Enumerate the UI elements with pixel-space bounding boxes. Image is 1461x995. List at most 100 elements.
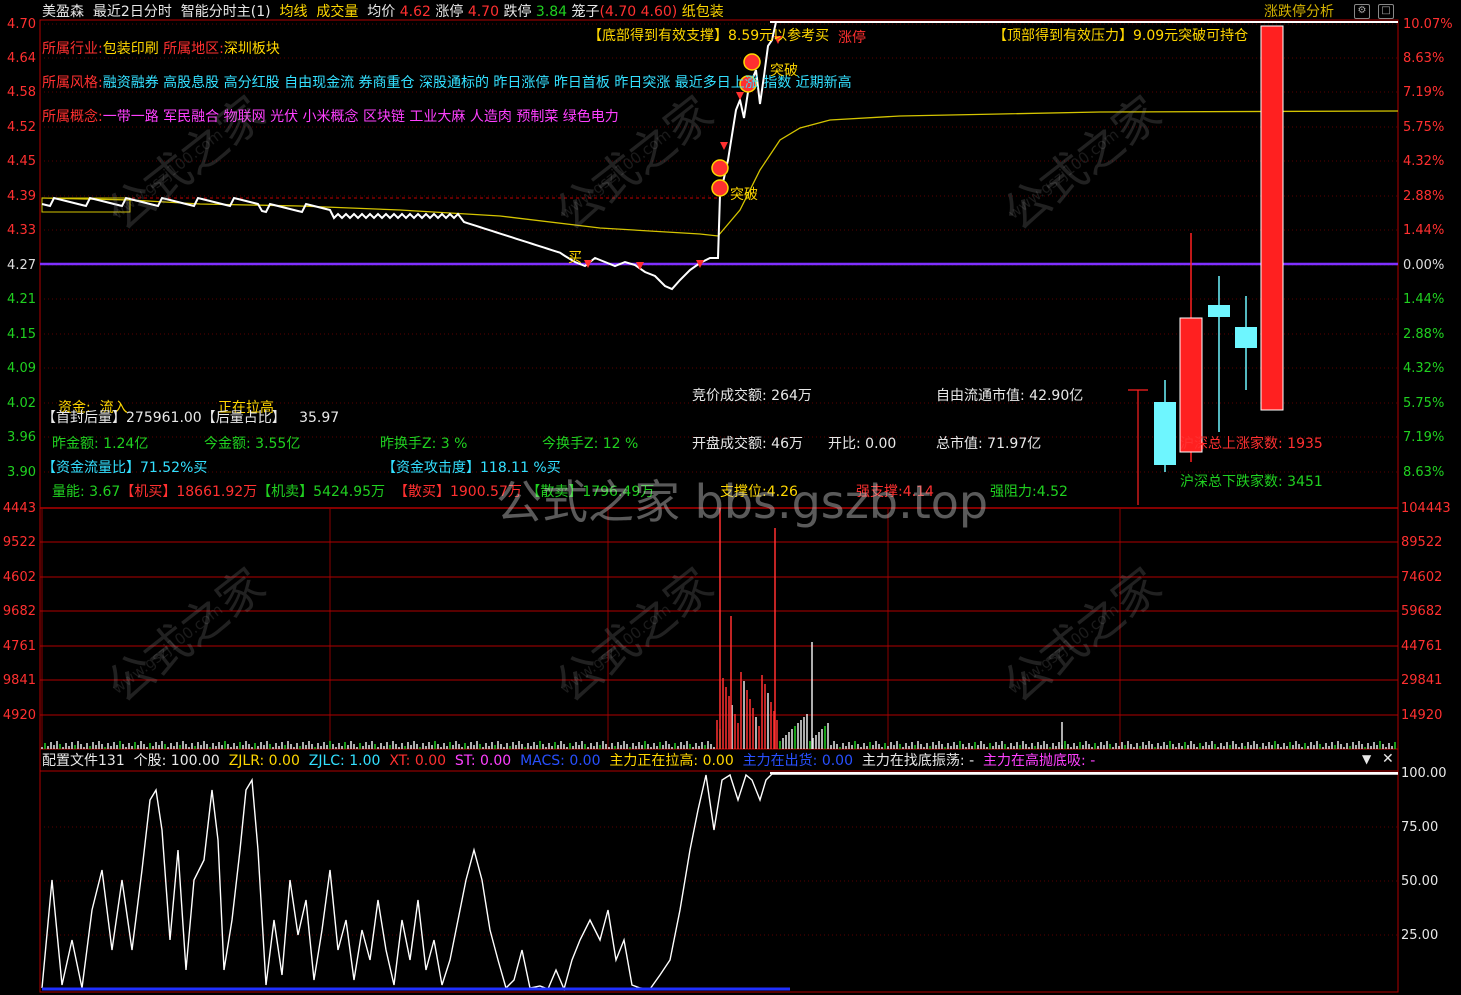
axis-tick-label: 2.88% xyxy=(1403,189,1445,204)
axis-tick-label: 1.44% xyxy=(1403,292,1445,307)
stock-name[interactable]: 美盈森 xyxy=(42,4,84,20)
up-count: 沪深总上涨家数: 1935 xyxy=(1180,436,1323,452)
float-market-cap: 自由流通市值: 42.90亿 xyxy=(936,388,1084,404)
region-value[interactable]: 深圳板块 xyxy=(224,41,280,57)
axis-tick-label: 75.00 xyxy=(1401,820,1439,835)
concept-row: 所属概念:一带一路 军民融合 物联网 光伏 小米概念 区块链 工业大麻 人造肉 … xyxy=(42,109,619,125)
axis-tick-label: 9841 xyxy=(2,673,36,688)
maximize-icon[interactable]: □ xyxy=(1378,4,1394,19)
avg-line-label: 均线 xyxy=(279,4,308,20)
cage-value: (4.70 4.60) xyxy=(599,4,678,20)
industry-value[interactable]: 包装印刷 xyxy=(103,41,159,57)
breakout-marker-2: 突破 xyxy=(770,63,798,79)
axis-tick-label: 8.63% xyxy=(1403,51,1445,66)
volume-label: 成交量 xyxy=(316,4,359,20)
osc-macs: MACS: 0.00 xyxy=(520,753,601,769)
cage-label: 笼子 xyxy=(571,4,600,20)
inst-buy: 【机买】18661.92万 xyxy=(120,484,258,500)
auction-amount: 竞价成交额: 264万 xyxy=(692,388,812,404)
region-label: 所属地区: xyxy=(163,41,224,57)
price-line xyxy=(41,21,1398,291)
watermark-big: 公式之家 bbs.gszb.top xyxy=(496,475,989,529)
axis-tick-label: 4.70 xyxy=(7,17,36,32)
axis-tick-label: 74602 xyxy=(1401,570,1443,585)
axis-tick-label: 4.33 xyxy=(7,223,36,238)
seal-after-value: 275961.00 xyxy=(126,410,202,426)
mode-label[interactable]: 最近2日分时 xyxy=(93,4,172,20)
osc-stock: 个股: 100.00 xyxy=(133,753,220,769)
style-label: 所属风格: xyxy=(42,75,103,91)
oscillator-header: 配置文件131 个股: 100.00 ZJLR: 0.00 ZJLC: 1.00… xyxy=(42,753,1095,769)
total-market-cap: 总市值: 71.97亿 xyxy=(936,436,1042,452)
seal-ratio-label: 【后量占比】 xyxy=(201,410,286,426)
axis-tick-label: 4.02 xyxy=(7,396,36,411)
axis-tick-label: 25.00 xyxy=(1401,928,1439,943)
axis-tick-label: 4.45 xyxy=(7,154,36,169)
candle-body xyxy=(1154,402,1176,465)
limit-down-label: 跌停 xyxy=(503,4,532,20)
config-file[interactable]: 配置文件131 xyxy=(42,753,125,769)
concept-label: 所属概念: xyxy=(42,109,103,125)
style-row: 所属风格:融资融券 高股息股 高分红股 自由现金流 券商重仓 深股通标的 昨日涨… xyxy=(42,75,852,91)
limit-down-value: 3.84 xyxy=(535,4,568,20)
candle-body xyxy=(1260,25,1284,411)
indicator-name[interactable]: 智能分时主(1) xyxy=(181,4,271,20)
industry-label: 所属行业: xyxy=(42,41,103,57)
close-icon[interactable]: ✕ xyxy=(1382,751,1394,767)
axis-tick-label: 3.96 xyxy=(7,430,36,445)
axis-tick-label: 0.00% xyxy=(1403,258,1445,273)
axis-tick-label: 4.39 xyxy=(7,189,36,204)
osc-st: ST: 0.00 xyxy=(454,753,512,769)
axis-tick-label: 4920 xyxy=(2,708,36,723)
top-pressure-signal: 【顶部得到有效压力】9.09元突破可持仓 xyxy=(993,28,1249,44)
axis-tick-label: 50.00 xyxy=(1401,874,1439,889)
axis-tick-label: 4.58 xyxy=(7,85,36,100)
sector-tag[interactable]: 纸包装 xyxy=(682,4,724,20)
axis-tick-label: 7.19% xyxy=(1403,85,1445,100)
axis-tick-label: 9682 xyxy=(2,604,36,619)
today-turnover: 今换手Z: 12 % xyxy=(542,436,639,452)
industry-row: 所属行业:包装印刷 所属地区:深圳板块 xyxy=(42,41,280,57)
down-count: 沪深总下跌家数: 3451 xyxy=(1180,474,1323,490)
prev-turnover: 昨换手Z: 3 % xyxy=(380,436,468,452)
axis-tick-label: 2.88% xyxy=(1403,327,1445,342)
strong-resist: 强阻力:4.52 xyxy=(990,484,1068,500)
candle-body xyxy=(1179,317,1203,453)
candle-body xyxy=(1208,305,1230,317)
open-amount: 开盘成交额: 46万 xyxy=(692,436,803,452)
axis-tick-label: 14920 xyxy=(1401,708,1443,723)
bottom-support-signal: 【底部得到有效支撑】8.59元以参考买 xyxy=(588,28,830,44)
axis-tick-label: 4.52 xyxy=(7,120,36,135)
breakout-marker-1: 突破 xyxy=(730,187,758,203)
axis-tick-label: 5.75% xyxy=(1403,120,1445,135)
axis-tick-label: 4.32% xyxy=(1403,361,1445,376)
flow-ratio: 【资金流量比】71.52%买 xyxy=(42,460,208,476)
limit-analysis-title[interactable]: 涨跌停分析 xyxy=(1264,4,1334,20)
axis-tick-label: 4.27 xyxy=(7,258,36,273)
axis-tick-label: 104443 xyxy=(1401,501,1451,516)
seal-after-label: 【首封后量】 xyxy=(42,410,126,426)
axis-tick-label: 100.00 xyxy=(1401,766,1447,781)
dropdown-icon[interactable]: ▼ xyxy=(1362,752,1371,766)
avg-price-value: 4.62 xyxy=(399,4,431,20)
prev-amount: 昨金额: 1.24亿 xyxy=(52,436,149,452)
axis-tick-label: 4.64 xyxy=(7,51,36,66)
limit-up-marker: 涨停 xyxy=(838,30,866,46)
candle-body xyxy=(1235,327,1257,348)
osc-high-absorb: 主力在高抛底吸: - xyxy=(983,753,1096,769)
axis-tick-label: 4602 xyxy=(2,570,36,585)
signal-coin-icon xyxy=(711,159,729,177)
style-value[interactable]: 融资融券 高股息股 高分红股 自由现金流 券商重仓 深股通标的 昨日涨停 昨日首… xyxy=(103,75,852,91)
axis-tick-label: 3.90 xyxy=(7,465,36,480)
open-ratio: 开比: 0.00 xyxy=(828,436,897,452)
header-bar: 美盈森 最近2日分时 智能分时主(1) 均线 成交量 均价 4.62 涨停 4.… xyxy=(42,4,724,20)
settings-icon[interactable]: ⚙ xyxy=(1354,4,1370,19)
osc-selling: 主力在出货: 0.00 xyxy=(742,753,853,769)
axis-tick-label: 9522 xyxy=(2,535,36,550)
buy-marker: 买 xyxy=(568,250,582,266)
osc-zjlr: ZJLR: 0.00 xyxy=(228,753,300,769)
axis-tick-label: 4.32% xyxy=(1403,154,1445,169)
axis-tick-label: 89522 xyxy=(1401,535,1443,550)
axis-tick-label: 4.21 xyxy=(7,292,36,307)
signal-coin-icon xyxy=(743,53,761,71)
